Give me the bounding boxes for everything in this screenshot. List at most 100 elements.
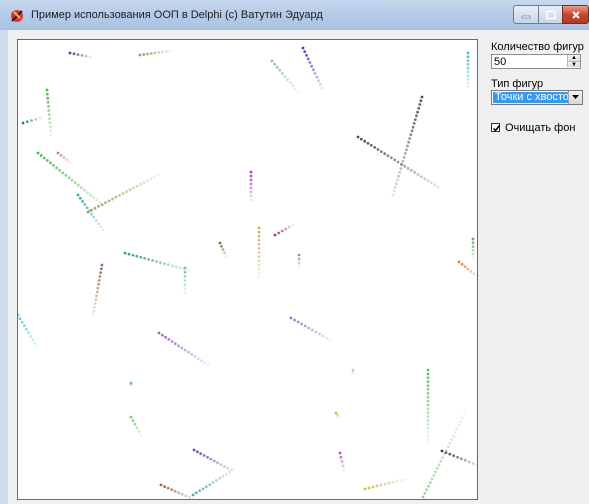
figure-dot xyxy=(356,135,360,139)
figure-dot xyxy=(426,391,430,395)
chevron-down-icon xyxy=(572,95,579,99)
figure-dot xyxy=(166,486,170,490)
maximize-button[interactable] xyxy=(538,5,563,24)
figure-dot xyxy=(146,52,149,56)
figure-tail xyxy=(157,331,210,367)
figure-dot xyxy=(379,150,383,153)
figure-dot xyxy=(45,159,49,162)
figure-dot xyxy=(289,316,293,320)
figure-dot xyxy=(441,456,445,459)
figure-dot xyxy=(92,196,96,200)
figure-tail xyxy=(421,409,468,499)
spin-down-button[interactable]: ▼ xyxy=(567,61,580,68)
figure-dot xyxy=(466,81,470,85)
figure-dot xyxy=(183,283,187,287)
figure-dot xyxy=(286,78,289,81)
drawing-canvas[interactable] xyxy=(17,39,478,500)
figure-dot xyxy=(395,479,399,483)
figure-dot xyxy=(257,226,261,230)
figure-dot xyxy=(31,338,35,342)
figure-dot xyxy=(463,458,467,462)
figure-dot xyxy=(121,192,125,195)
figure-dot xyxy=(98,201,102,204)
figure-dot xyxy=(312,68,315,72)
figure-dot xyxy=(412,122,416,125)
figure-count-spinner[interactable]: ▲ ▼ xyxy=(491,54,581,69)
figure-dot xyxy=(417,106,421,110)
figure-dot xyxy=(280,229,284,233)
figure-dot xyxy=(432,474,436,477)
figure-dot xyxy=(79,186,83,190)
figure-dot xyxy=(284,227,288,231)
figure-dot xyxy=(426,430,430,434)
figure-dot xyxy=(391,480,395,484)
figure-dot xyxy=(39,154,43,157)
figure-dot xyxy=(218,476,222,480)
figure-dot xyxy=(27,331,30,335)
figure-dot xyxy=(421,495,425,499)
figure-tail xyxy=(273,223,295,237)
figure-dot xyxy=(187,350,190,354)
figure-dot xyxy=(38,116,42,120)
figure-dot xyxy=(318,83,322,86)
figure-dot xyxy=(471,462,475,465)
figure-dot xyxy=(393,186,397,189)
clear-background-label[interactable]: Очищать фон xyxy=(505,122,575,134)
minimize-icon xyxy=(521,15,531,18)
figure-dot xyxy=(209,457,213,461)
figure-type-combobox[interactable]: Точки с хвостом xyxy=(491,90,583,105)
figures-layer xyxy=(18,46,477,499)
figure-dot xyxy=(459,420,462,424)
figure-dot xyxy=(310,64,313,68)
figure-dot xyxy=(426,399,430,403)
figure-dot xyxy=(273,62,276,66)
figure-dot xyxy=(93,302,97,305)
figure-tail xyxy=(471,237,475,260)
figure-dot xyxy=(359,137,363,141)
figure-dot xyxy=(159,483,163,487)
figure-dot xyxy=(249,170,253,174)
figure-tail xyxy=(138,49,172,57)
figure-dot xyxy=(366,141,370,145)
figure-dot xyxy=(90,208,93,212)
figure-dot xyxy=(183,287,187,291)
figure-dot xyxy=(48,121,52,125)
minimize-button[interactable] xyxy=(513,5,539,24)
figure-dot xyxy=(45,88,49,92)
figure-dot xyxy=(340,460,344,463)
figure-dot xyxy=(183,348,187,352)
figure-dot xyxy=(129,383,133,387)
figure-dot xyxy=(135,184,139,188)
figure-dot xyxy=(371,485,375,489)
figure-dot xyxy=(297,257,301,261)
figure-dot xyxy=(42,156,46,160)
figure-dot xyxy=(48,117,51,120)
figure-dot xyxy=(104,201,107,205)
title-bar[interactable]: Пример использования ООП в Delphi (c) Ва… xyxy=(0,0,589,30)
figure-dot xyxy=(428,481,432,485)
figure-dot xyxy=(416,173,420,176)
figure-dot xyxy=(426,395,430,399)
figure-dot xyxy=(305,53,308,57)
app-window: Пример использования ООП в Delphi (c) Ва… xyxy=(0,0,589,504)
figure-dot xyxy=(49,133,53,137)
clear-background-checkbox[interactable] xyxy=(491,123,501,132)
figure-dot xyxy=(196,357,200,360)
close-button[interactable] xyxy=(562,5,589,24)
figure-tail xyxy=(76,193,105,232)
figure-dot xyxy=(183,270,187,274)
figure-dot xyxy=(221,474,225,478)
figure-dot xyxy=(469,269,473,273)
figure-type-selected: Точки с хвостом xyxy=(493,92,568,103)
figure-count-input[interactable] xyxy=(492,55,570,68)
figure-dot xyxy=(403,477,407,481)
figure-type-dropdown-button[interactable] xyxy=(568,91,582,104)
figure-dot xyxy=(440,449,444,453)
figure-dot xyxy=(423,492,427,495)
figure-dot xyxy=(426,368,430,372)
figure-dot xyxy=(257,267,261,271)
figure-dot xyxy=(419,99,423,103)
figure-dot xyxy=(410,129,414,133)
figure-dot xyxy=(111,197,114,201)
figure-dot xyxy=(270,59,274,63)
